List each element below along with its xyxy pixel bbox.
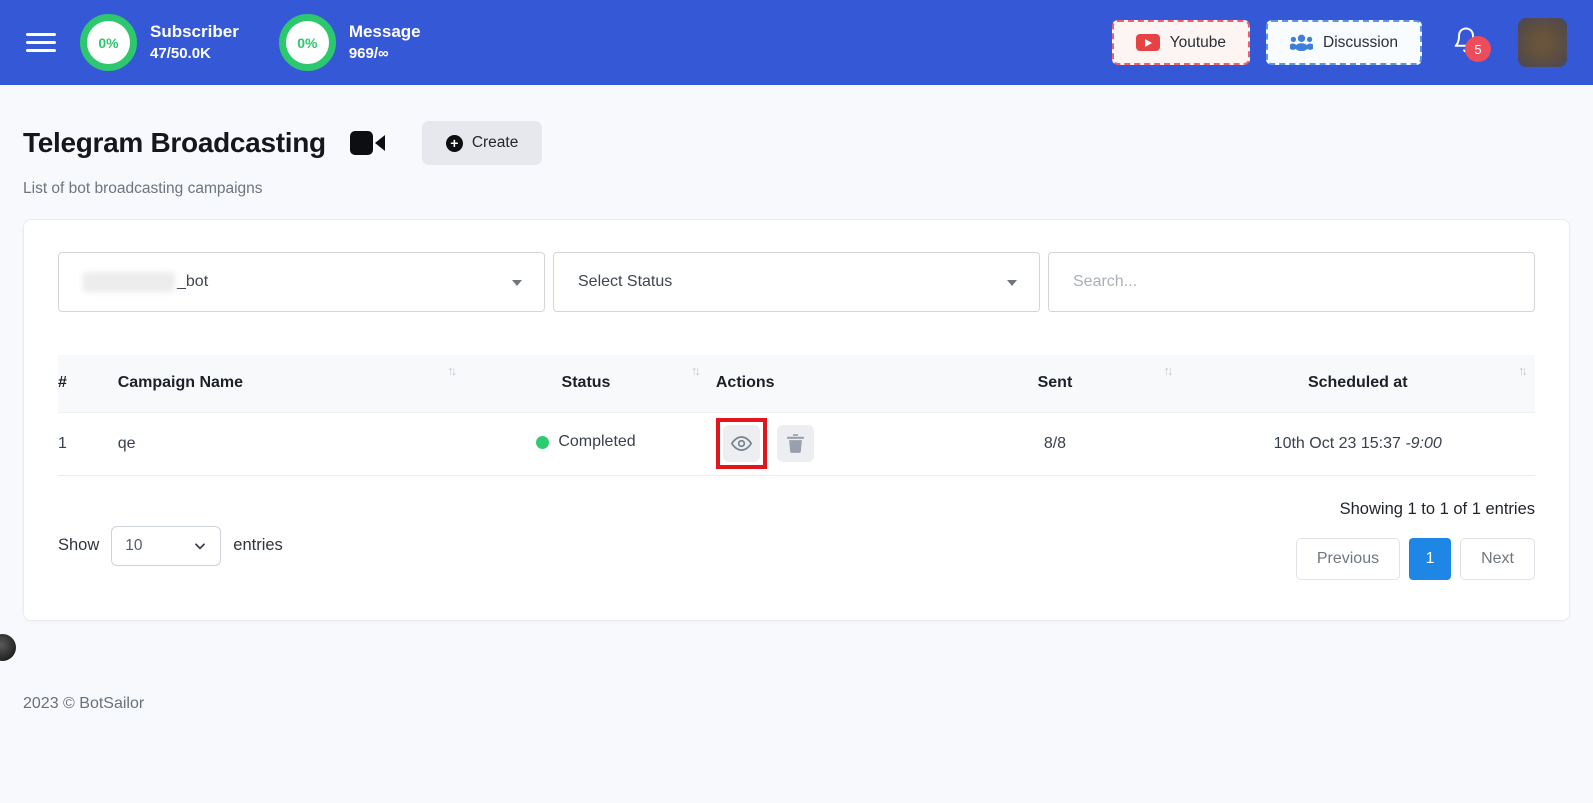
bot-select[interactable]: _bot — [58, 252, 545, 312]
users-icon — [1290, 34, 1314, 51]
eye-icon — [730, 436, 752, 451]
bot-select-value: _bot — [177, 273, 209, 290]
subscriber-percent: 0% — [98, 34, 119, 51]
message-progress-ring: 0% — [278, 14, 336, 71]
actions-cell — [707, 412, 930, 476]
trash-icon — [786, 434, 804, 453]
scheduled-offset: -9:00 — [1405, 434, 1442, 452]
sort-icon[interactable]: ↑↓ — [447, 363, 457, 378]
page-title: Telegram Broadcasting — [23, 127, 326, 158]
scheduled-at-cell: 10th Oct 23 15:37 -9:00 — [1180, 412, 1535, 476]
show-label: Show — [58, 536, 100, 554]
table-row: 1 qe Completed 8/8 10th Oct 23 15:37 -9:… — [58, 412, 1535, 476]
subscriber-value: 47/50.0K — [150, 44, 211, 62]
current-page-button[interactable]: 1 — [1409, 537, 1452, 580]
row-index: 1 — [58, 412, 110, 476]
column-header-index: # — [58, 355, 110, 413]
create-button[interactable]: + Create — [421, 121, 543, 165]
redacted-bot-name — [83, 272, 175, 292]
pagination: Previous 1 Next — [1295, 537, 1535, 580]
status-select[interactable]: Select Status — [553, 252, 1040, 312]
caret-down-icon — [512, 280, 522, 286]
status-select-value: Select Status — [578, 273, 673, 290]
column-header-actions: Actions — [707, 355, 930, 413]
campaign-name-cell: qe — [109, 412, 465, 476]
search-input[interactable] — [1048, 252, 1535, 312]
subscriber-progress-ring: 0% — [80, 14, 137, 71]
discussion-button-label: Discussion — [1323, 33, 1398, 51]
annotation-highlight-box — [715, 418, 767, 469]
next-page-button[interactable]: Next — [1460, 537, 1535, 580]
table-header-row: # Campaign Name ↑↓ Status ↑↓ Actions Sen… — [58, 355, 1535, 413]
sort-icon[interactable]: ↑↓ — [691, 363, 701, 378]
delete-campaign-button[interactable] — [776, 425, 814, 462]
notification-badge: 5 — [1465, 36, 1491, 62]
view-campaign-button[interactable] — [722, 425, 760, 462]
scheduled-date: 10th Oct 23 15:37 — [1273, 434, 1401, 452]
message-label: Message — [348, 21, 421, 41]
youtube-icon — [1135, 34, 1160, 51]
column-header-campaign-name[interactable]: Campaign Name ↑↓ — [109, 355, 465, 413]
entries-label: entries — [233, 536, 283, 554]
user-avatar[interactable] — [1518, 18, 1567, 67]
chevron-down-icon — [195, 542, 206, 549]
page-subtitle: List of bot broadcasting campaigns — [23, 180, 263, 197]
top-header-bar: 0% Subscriber 47/50.0K 0% Message 969/∞ … — [0, 0, 1593, 85]
previous-page-button[interactable]: Previous — [1295, 537, 1401, 580]
status-dot — [536, 435, 550, 449]
video-camera-icon[interactable] — [349, 130, 386, 156]
status-text: Completed — [558, 433, 636, 451]
notification-bell[interactable]: 5 — [1452, 25, 1491, 62]
create-button-label: Create — [471, 134, 519, 151]
column-header-sent[interactable]: Sent ↑↓ — [929, 355, 1181, 413]
page-size-value: 10 — [125, 536, 143, 554]
message-stat: 0% Message 969/∞ — [278, 14, 421, 71]
column-header-status[interactable]: Status ↑↓ — [464, 355, 708, 413]
subscriber-label: Subscriber — [150, 21, 239, 41]
plus-circle-icon: + — [445, 134, 463, 152]
discussion-button[interactable]: Discussion — [1266, 20, 1422, 65]
hamburger-menu-icon[interactable] — [26, 28, 56, 57]
subscriber-stat: 0% Subscriber 47/50.0K — [80, 14, 239, 71]
message-percent: 0% — [297, 34, 318, 51]
showing-entries-text: Showing 1 to 1 of 1 entries — [1339, 499, 1535, 518]
campaigns-table: # Campaign Name ↑↓ Status ↑↓ Actions Sen… — [58, 355, 1535, 476]
message-value: 969/∞ — [348, 44, 389, 62]
status-cell: Completed — [464, 412, 708, 476]
youtube-button[interactable]: Youtube — [1111, 20, 1251, 65]
sort-icon[interactable]: ↑↓ — [1163, 363, 1173, 378]
sort-icon[interactable]: ↑↓ — [1518, 363, 1528, 378]
page-size-select[interactable]: 10 — [111, 525, 222, 566]
column-header-scheduled-at[interactable]: Scheduled at ↑↓ — [1180, 355, 1535, 413]
youtube-button-label: Youtube — [1169, 33, 1227, 51]
campaigns-card: _bot Select Status # Campaign Name ↑↓ — [23, 219, 1570, 621]
copyright-text: 2023 © BotSailor — [23, 694, 145, 712]
sent-cell: 8/8 — [929, 412, 1181, 476]
caret-down-icon — [1007, 280, 1017, 286]
